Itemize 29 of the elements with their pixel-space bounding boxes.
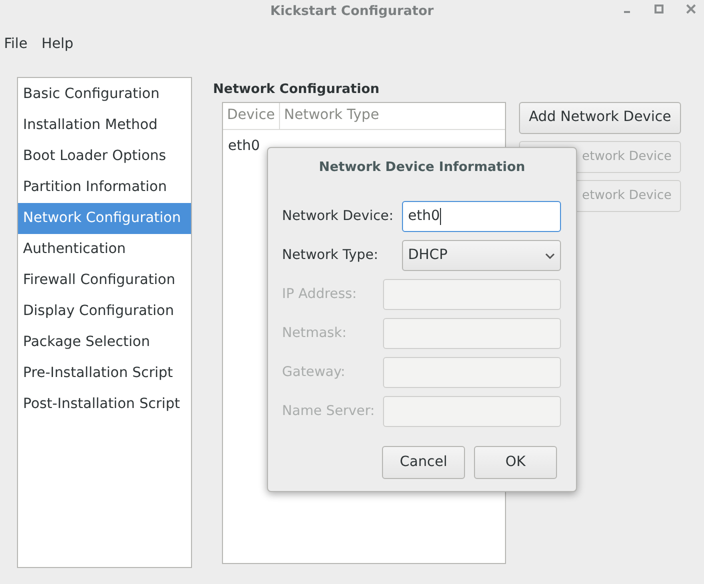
device-button[interactable]: Add Network Device (519, 102, 681, 134)
sidebar-item[interactable]: Partition Information (18, 172, 191, 203)
sidebar-item[interactable]: Pre-Installation Script (18, 358, 191, 389)
close-icon[interactable] (686, 4, 696, 14)
section-title: Network Configuration (213, 81, 380, 99)
network-type-dropdown[interactable]: DHCP (402, 240, 561, 271)
dialog-button[interactable]: OK (474, 446, 557, 479)
sidebar-item[interactable]: Basic Configuration (18, 79, 191, 110)
field-label: Gateway: (282, 363, 346, 382)
field-label: Network Type: (282, 246, 378, 266)
input-field[interactable]: eth0 (402, 201, 561, 232)
sidebar-item[interactable]: Firewall Configuration (18, 265, 191, 296)
window-title: Kickstart Configurator (270, 3, 434, 22)
sidebar-item[interactable]: Display Configuration (18, 296, 191, 327)
chevron-down-icon (545, 252, 555, 258)
menu-item[interactable]: Help (41, 34, 74, 54)
sidebar-item[interactable]: Authentication (18, 234, 191, 265)
maximize-icon[interactable] (654, 4, 664, 14)
dialog-button[interactable]: Cancel (382, 446, 465, 479)
field-label: Netmask: (282, 324, 347, 344)
sidebar-item[interactable]: Boot Loader Options (18, 141, 191, 172)
table-cell-text: eth0 (227, 137, 261, 156)
field-label: IP Address: (282, 285, 357, 304)
field-label: Network Device: (282, 207, 394, 226)
menu-item[interactable]: File (4, 34, 28, 54)
sidebar-item[interactable]: Package Selection (18, 327, 191, 358)
field-label: Name Server: (282, 402, 375, 422)
sidebar-item[interactable]: Post-Installation Script (18, 389, 191, 420)
sidebar-item[interactable]: Installation Method (18, 110, 191, 141)
